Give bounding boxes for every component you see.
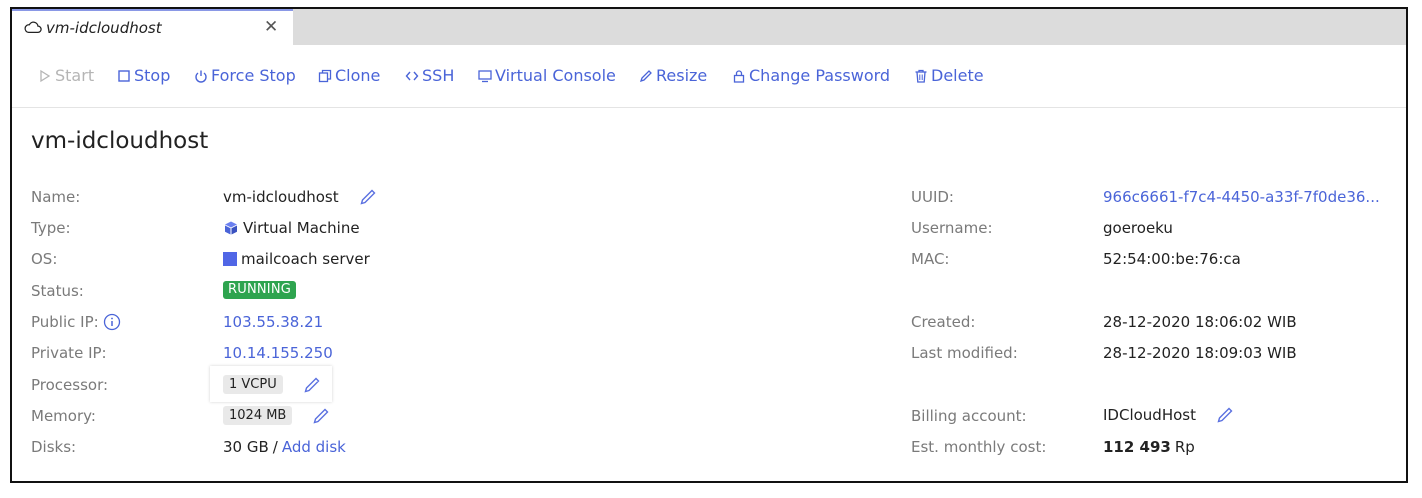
edit-billing-pencil-icon[interactable] bbox=[1216, 406, 1234, 424]
status-badge: RUNNING bbox=[223, 281, 297, 299]
cube-icon bbox=[225, 221, 237, 235]
resize-label: Resize bbox=[656, 66, 708, 85]
mac-value: 52:54:00:be:76:ca bbox=[1103, 250, 1241, 268]
change-password-button[interactable]: Change Password bbox=[732, 66, 890, 85]
cloud-icon bbox=[24, 21, 42, 34]
ssh-button[interactable]: SSH bbox=[405, 66, 454, 85]
memory-value-row: 1024 MB bbox=[223, 406, 330, 425]
delete-label: Delete bbox=[931, 66, 984, 85]
name-value-row: vm-idcloudhost bbox=[223, 188, 377, 206]
memory-chip: 1024 MB bbox=[223, 406, 293, 425]
vm-detail-window: vm-idcloudhost ✕ Start Stop Force Stop C… bbox=[10, 7, 1408, 483]
edit-processor-pencil-icon[interactable] bbox=[303, 376, 321, 394]
lock-icon bbox=[733, 69, 745, 83]
tab-vm[interactable]: vm-idcloudhost ✕ bbox=[12, 9, 293, 45]
name-value: vm-idcloudhost bbox=[223, 188, 339, 206]
disks-value-row: 30 GB / Add disk bbox=[223, 438, 346, 456]
public-ip-label: Public IP: bbox=[31, 313, 99, 331]
username-label: Username: bbox=[911, 219, 993, 237]
name-label: Name: bbox=[31, 188, 81, 206]
page-title: vm-idcloudhost bbox=[31, 128, 209, 154]
os-value-row: mailcoach server bbox=[223, 250, 370, 268]
disks-label: Disks: bbox=[31, 438, 77, 456]
os-label: OS: bbox=[31, 250, 58, 268]
type-value-row: Virtual Machine bbox=[223, 219, 360, 237]
pencil-icon bbox=[639, 69, 652, 82]
action-toolbar: Start Stop Force Stop Clone SSH Virtual … bbox=[12, 45, 1406, 108]
add-disk-link[interactable]: Add disk bbox=[282, 438, 346, 456]
info-icon[interactable] bbox=[103, 313, 121, 331]
billing-account-value: IDCloudHost bbox=[1103, 406, 1196, 424]
force-stop-label: Force Stop bbox=[211, 66, 296, 85]
last-modified-value: 28-12-2020 18:09:03 WIB bbox=[1103, 344, 1297, 362]
uuid-value[interactable]: 966c6661-f7c4-4450-a33f-7f0de36... bbox=[1103, 188, 1380, 206]
stop-label: Stop bbox=[134, 66, 171, 85]
created-value: 28-12-2020 18:06:02 WIB bbox=[1103, 313, 1297, 331]
tab-title: vm-idcloudhost bbox=[46, 19, 162, 37]
delete-button[interactable]: Delete bbox=[914, 66, 984, 85]
uuid-label: UUID: bbox=[911, 188, 954, 206]
status-value-row: RUNNING bbox=[223, 281, 297, 299]
created-label: Created: bbox=[911, 313, 976, 331]
code-icon bbox=[405, 71, 419, 80]
os-square-icon bbox=[223, 252, 237, 266]
power-icon bbox=[195, 70, 207, 83]
play-icon bbox=[40, 69, 51, 82]
edit-memory-pencil-icon[interactable] bbox=[312, 407, 330, 425]
monitor-icon bbox=[478, 69, 492, 82]
virtual-console-label: Virtual Console bbox=[495, 66, 616, 85]
ssh-label: SSH bbox=[422, 66, 455, 85]
processor-label: Processor: bbox=[31, 376, 109, 394]
trash-icon bbox=[915, 69, 927, 83]
processor-chip: 1 VCPU bbox=[223, 375, 283, 394]
disks-separator: / bbox=[272, 438, 278, 456]
cost-currency: Rp bbox=[1174, 438, 1195, 456]
force-stop-button[interactable]: Force Stop bbox=[194, 66, 296, 85]
processor-value-row: 1 VCPU bbox=[223, 375, 321, 394]
os-value: mailcoach server bbox=[241, 250, 370, 268]
public-ip-value[interactable]: 103.55.38.21 bbox=[223, 313, 323, 331]
close-icon[interactable]: ✕ bbox=[264, 17, 278, 37]
resize-button[interactable]: Resize bbox=[639, 66, 707, 85]
clone-label: Clone bbox=[335, 66, 381, 85]
stop-icon bbox=[118, 69, 130, 82]
tab-bar: vm-idcloudhost ✕ bbox=[12, 9, 1406, 45]
disks-size: 30 GB bbox=[223, 438, 269, 456]
billing-account-value-row: IDCloudHost bbox=[1103, 406, 1234, 424]
billing-account-label: Billing account: bbox=[911, 407, 1027, 425]
virtual-console-button[interactable]: Virtual Console bbox=[478, 66, 616, 85]
clone-button[interactable]: Clone bbox=[318, 66, 380, 85]
type-value: Virtual Machine bbox=[243, 219, 360, 237]
edit-name-pencil-icon[interactable] bbox=[359, 188, 377, 206]
start-button[interactable]: Start bbox=[38, 66, 94, 85]
start-label: Start bbox=[55, 66, 95, 85]
status-label: Status: bbox=[31, 282, 84, 300]
est-monthly-cost-value-row: 112 493 Rp bbox=[1103, 438, 1195, 456]
clone-icon bbox=[318, 69, 332, 82]
change-password-label: Change Password bbox=[749, 66, 891, 85]
cost-amount: 112 493 bbox=[1103, 438, 1171, 456]
est-monthly-cost-label: Est. monthly cost: bbox=[911, 438, 1047, 456]
private-ip-value[interactable]: 10.14.155.250 bbox=[223, 344, 333, 362]
last-modified-label: Last modified: bbox=[911, 344, 1018, 362]
memory-label: Memory: bbox=[31, 407, 96, 425]
mac-label: MAC: bbox=[911, 250, 950, 268]
username-value: goeroeku bbox=[1103, 219, 1173, 237]
private-ip-label: Private IP: bbox=[31, 344, 107, 362]
public-ip-label-row: Public IP: bbox=[31, 313, 121, 331]
type-label: Type: bbox=[31, 219, 71, 237]
stop-button[interactable]: Stop bbox=[117, 66, 170, 85]
